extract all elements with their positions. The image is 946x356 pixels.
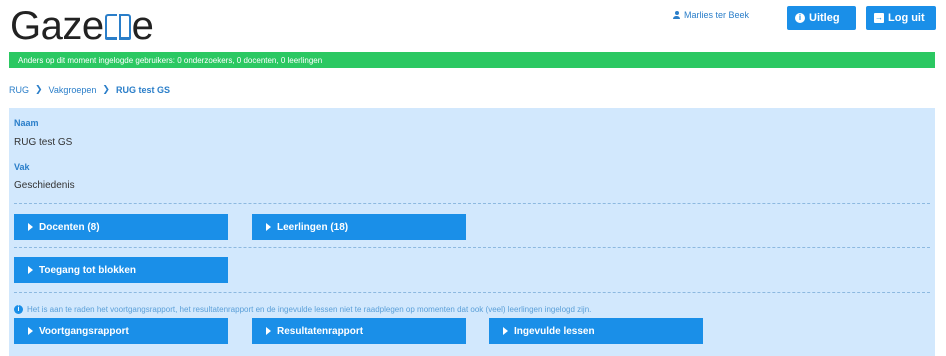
breadcrumb-separator-icon: ❯: [102, 84, 110, 94]
toegang-label: Toegang tot blokken: [39, 264, 137, 276]
caret-right-icon: [28, 327, 33, 335]
book-icon: [104, 14, 131, 42]
vak-label: Vak: [14, 162, 30, 172]
online-users-notice: Anders op dit moment ingelogde gebruiker…: [9, 52, 935, 68]
divider: [14, 292, 930, 293]
logout-button[interactable]: → Log uit: [866, 6, 936, 30]
leerlingen-label: Leerlingen (18): [277, 221, 349, 233]
info-icon: i: [795, 13, 805, 23]
info-icon: i: [14, 305, 23, 314]
divider: [14, 247, 930, 248]
gazelle-logo: Gaze e: [10, 4, 154, 48]
vak-value: Geschiedenis: [14, 180, 75, 191]
uitleg-button[interactable]: i Uitleg: [787, 6, 856, 30]
voortgangsrapport-button[interactable]: Voortgangsrapport: [14, 318, 228, 344]
breadcrumb-item-current: RUG test GS: [115, 84, 170, 95]
report-info-message: i Het is aan te raden het voortgangsrapp…: [14, 305, 591, 314]
uitleg-label: Uitleg: [809, 12, 840, 24]
user-icon: [673, 11, 680, 19]
logout-icon: →: [874, 13, 884, 23]
docenten-label: Docenten (8): [39, 221, 100, 233]
caret-right-icon: [28, 266, 33, 274]
breadcrumb-item-rug[interactable]: RUG: [9, 85, 29, 95]
resultatenrapport-label: Resultatenrapport: [277, 325, 364, 337]
divider: [14, 203, 930, 204]
caret-right-icon: [503, 327, 508, 335]
ingevulde-lessen-button[interactable]: Ingevulde lessen: [489, 318, 703, 344]
docenten-button[interactable]: Docenten (8): [14, 214, 228, 240]
notice-text: Anders op dit moment ingelogde gebruiker…: [18, 55, 323, 65]
caret-right-icon: [266, 223, 271, 231]
caret-right-icon: [28, 223, 33, 231]
toegang-blokken-button[interactable]: Toegang tot blokken: [14, 257, 228, 283]
breadcrumb-item-vakgroepen[interactable]: Vakgroepen: [49, 85, 97, 95]
breadcrumb: RUG ❯ Vakgroepen ❯ RUG test GS: [9, 84, 170, 95]
leerlingen-button[interactable]: Leerlingen (18): [252, 214, 466, 240]
ingevulde-lessen-label: Ingevulde lessen: [514, 325, 595, 337]
naam-value: RUG test GS: [14, 137, 73, 148]
breadcrumb-separator-icon: ❯: [35, 84, 43, 94]
user-link[interactable]: Marlies ter Beek: [673, 10, 749, 20]
user-name: Marlies ter Beek: [684, 10, 750, 20]
resultatenrapport-button[interactable]: Resultatenrapport: [252, 318, 466, 344]
caret-right-icon: [266, 327, 271, 335]
naam-label: Naam: [14, 118, 39, 128]
info-text: Het is aan te raden het voortgangsrappor…: [27, 305, 592, 314]
voortgangsrapport-label: Voortgangsrapport: [39, 325, 129, 337]
logout-label: Log uit: [888, 12, 925, 24]
